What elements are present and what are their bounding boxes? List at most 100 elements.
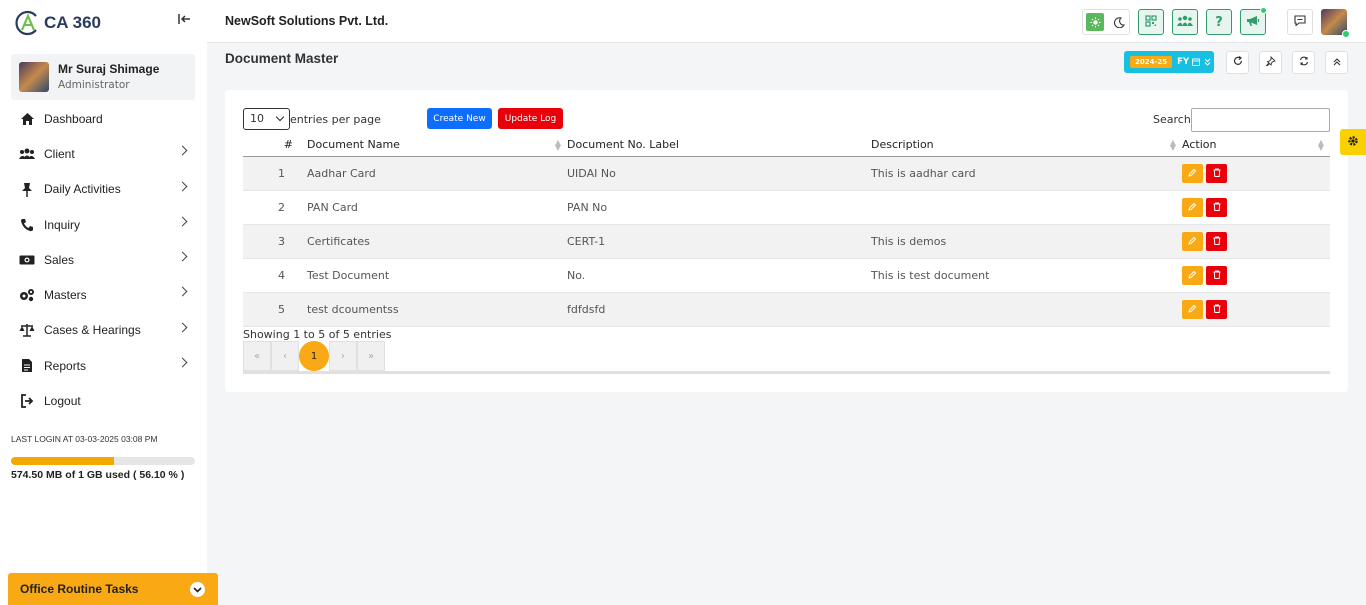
column-header-action[interactable]: Action ▲ ▼	[1182, 134, 1330, 157]
settings-panel-button[interactable]	[1340, 129, 1366, 155]
edit-button[interactable]	[1182, 197, 1203, 217]
entries-value: 10	[250, 112, 264, 125]
fy-year-badge: 2024-25	[1130, 56, 1173, 68]
sidebar-item-logout[interactable]: Logout	[0, 383, 207, 418]
sidebar-item-daily-activities[interactable]: Daily Activities	[0, 172, 207, 207]
chat-button[interactable]	[1287, 9, 1313, 35]
sidebar: CA 360 Mr Suraj Shimage Administrator Da…	[0, 0, 207, 605]
money-icon	[19, 252, 35, 268]
pagination-next[interactable]: ›	[329, 341, 357, 371]
sidebar-item-dashboard[interactable]: Dashboard	[0, 101, 207, 136]
sidebar-item-sales[interactable]: Sales	[0, 242, 207, 277]
sidebar-item-reports[interactable]: Reports	[0, 348, 207, 383]
question-icon: ?	[1215, 14, 1223, 30]
trash-icon	[1213, 269, 1221, 282]
cell-action	[1182, 292, 1330, 327]
financial-year-selector[interactable]: 2024-25 FY	[1124, 51, 1214, 73]
edit-icon	[1188, 269, 1197, 282]
team-button[interactable]	[1172, 9, 1198, 35]
sidebar-item-cases-hearings[interactable]: Cases & Hearings	[0, 313, 207, 348]
announcements-button[interactable]	[1240, 7, 1267, 35]
chevron-right-icon	[177, 181, 188, 192]
edit-button[interactable]	[1182, 163, 1203, 183]
refresh-button[interactable]	[1226, 51, 1249, 74]
cell-number: 2	[243, 190, 307, 225]
sidebar-item-inquiry[interactable]: Inquiry	[0, 207, 207, 242]
chevron-right-icon	[177, 216, 188, 227]
help-button[interactable]: ?	[1206, 9, 1232, 35]
cell-description: This is test document	[871, 258, 1182, 293]
office-routine-tasks-button[interactable]: Office Routine Tasks	[8, 573, 218, 605]
moon-icon[interactable]	[1110, 13, 1128, 31]
reset-button[interactable]	[1292, 51, 1315, 74]
pagination-prev[interactable]: ‹	[271, 341, 299, 371]
delete-button[interactable]	[1206, 231, 1227, 251]
column-header-label: Document No. Label	[567, 138, 679, 152]
column-header-document-name[interactable]: Document Name ▲ ▼	[307, 134, 567, 157]
column-header-document-no-label[interactable]: Document No. Label	[567, 134, 871, 157]
chevron-right-icon	[177, 287, 188, 297]
entries-per-page-select[interactable]: 10	[243, 108, 290, 130]
pagination: « ‹ 1 › »	[243, 341, 385, 371]
table-scrollbar[interactable]	[243, 371, 1330, 374]
documents-table: # Document Name ▲ ▼ Document No. Label Des…	[243, 134, 1330, 327]
pin-icon	[19, 181, 35, 197]
collapse-card-button[interactable]	[1325, 51, 1348, 74]
edit-icon	[1188, 201, 1197, 214]
cell-document-name: Test Document	[307, 258, 567, 293]
edit-icon	[1188, 303, 1197, 316]
pin-button[interactable]	[1259, 51, 1282, 74]
cell-document-no-label: CERT-1	[567, 224, 871, 259]
sort-icon: ▲ ▼	[554, 138, 561, 152]
edit-button[interactable]	[1182, 299, 1203, 319]
delete-button[interactable]	[1206, 265, 1227, 285]
user-avatar-button[interactable]	[1321, 9, 1350, 38]
sun-icon[interactable]	[1086, 13, 1104, 31]
cell-document-no-label: fdfdsfd	[567, 292, 871, 327]
edit-button[interactable]	[1182, 231, 1203, 251]
user-card[interactable]: Mr Suraj Shimage Administrator	[11, 54, 195, 100]
delete-button[interactable]	[1206, 163, 1227, 183]
sidebar-item-masters[interactable]: Masters	[0, 277, 207, 312]
create-new-button[interactable]: Create New	[427, 108, 492, 129]
fy-label: FY	[1177, 57, 1190, 67]
refresh-icon	[1233, 56, 1243, 69]
app-logo[interactable]: CA 360	[14, 10, 101, 36]
top-bar: NewSoft Solutions Pvt. Ltd. ?	[207, 0, 1366, 43]
cell-number: 4	[243, 258, 307, 293]
storage-progress-fill	[11, 457, 115, 465]
logo-mark-icon	[14, 10, 42, 36]
cell-document-name: Certificates	[307, 224, 567, 259]
pagination-last[interactable]: »	[357, 341, 385, 371]
team-icon	[1177, 15, 1193, 30]
column-header-number[interactable]: #	[243, 134, 307, 157]
sync-icon	[1299, 56, 1309, 69]
column-header-label: Document Name	[307, 138, 400, 152]
update-log-button[interactable]: Update Log	[498, 108, 563, 129]
sidebar-item-label: Reports	[44, 358, 87, 373]
phone-icon	[19, 217, 35, 233]
sidebar-item-client[interactable]: Client	[0, 136, 207, 171]
cell-document-no-label: UIDAI No	[567, 156, 871, 191]
delete-button[interactable]	[1206, 197, 1227, 217]
logo-text: CA 360	[44, 13, 102, 32]
cell-document-name: Aadhar Card	[307, 156, 567, 191]
qr-code-button[interactable]	[1138, 9, 1164, 35]
delete-button[interactable]	[1206, 299, 1227, 319]
collapse-sidebar-icon[interactable]	[178, 13, 192, 29]
notification-dot	[1260, 7, 1267, 14]
chevron-right-icon	[177, 145, 188, 156]
cell-number: 5	[243, 292, 307, 327]
chevron-down-icon	[275, 112, 285, 122]
column-header-description[interactable]: Description ▲ ▼	[871, 134, 1182, 157]
cell-action	[1182, 190, 1330, 225]
sort-icon: ▲ ▼	[1317, 138, 1324, 152]
pagination-first[interactable]: «	[243, 341, 271, 371]
online-status-dot	[1342, 30, 1350, 38]
theme-toggle[interactable]	[1082, 9, 1130, 35]
pagination-page-current[interactable]: 1	[299, 341, 329, 371]
sidebar-item-label: Cases & Hearings	[44, 323, 141, 338]
logout-icon	[19, 393, 35, 409]
edit-button[interactable]	[1182, 265, 1203, 285]
search-input[interactable]	[1191, 108, 1330, 132]
